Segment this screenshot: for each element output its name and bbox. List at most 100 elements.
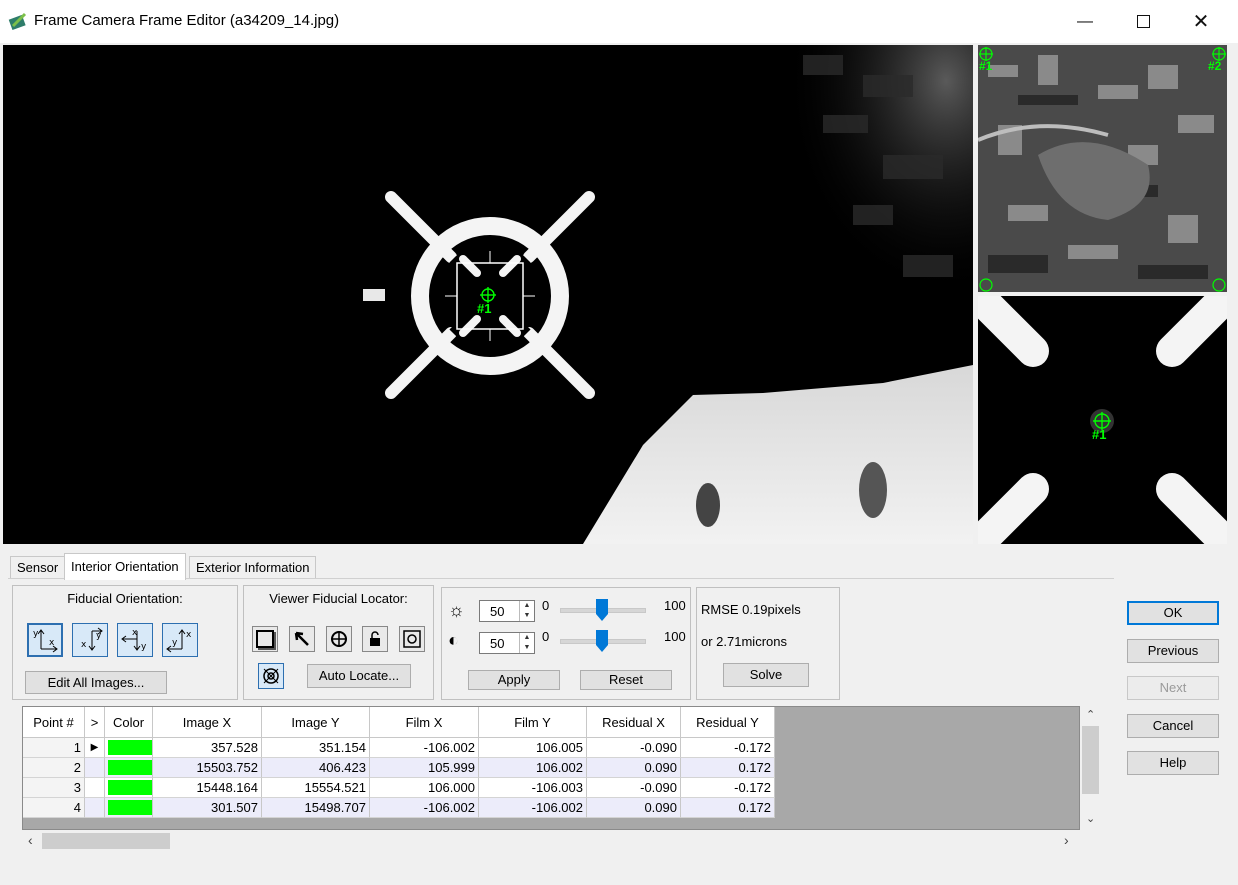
lock-button[interactable]: [362, 626, 388, 652]
cell-col-film-x[interactable]: 106.000: [370, 778, 479, 798]
contrast-slider-thumb[interactable]: [596, 630, 608, 652]
contrast-spinner[interactable]: 50 ▲ ▼: [479, 632, 535, 654]
cell-col-image-y[interactable]: 406.423: [262, 758, 370, 778]
table-horizontal-scrollbar[interactable]: ‹ ›: [22, 830, 1080, 852]
header-col-residual-x[interactable]: Residual X: [587, 707, 681, 738]
vertical-scroll-thumb[interactable]: [1082, 726, 1099, 794]
table-vertical-scrollbar[interactable]: ⌃ ⌄: [1080, 706, 1102, 830]
cell-col-color[interactable]: [105, 738, 153, 758]
orientation-4-button[interactable]: xy: [162, 623, 198, 657]
brightness-min: 0: [542, 598, 550, 613]
cell-col-point[interactable]: 4: [23, 798, 85, 818]
cell-col-indicator[interactable]: [85, 778, 105, 798]
header-col-indicator[interactable]: >: [85, 707, 105, 738]
apply-button[interactable]: Apply: [468, 670, 560, 690]
refresh-viewer-button[interactable]: [399, 626, 425, 652]
cell-col-point[interactable]: 3: [23, 778, 85, 798]
window-title: Frame Camera Frame Editor (a34209_14.jpg…: [34, 12, 340, 29]
cell-col-film-x[interactable]: 105.999: [370, 758, 479, 778]
color-swatch[interactable]: [108, 780, 152, 795]
cell-col-film-x[interactable]: -106.002: [370, 798, 479, 818]
cell-col-color[interactable]: [105, 798, 153, 818]
table-row[interactable]: 4 301.507 15498.707 -106.002 -106.002 0.090 0.…: [23, 798, 775, 818]
table-row[interactable]: 1 ▶ 357.528 351.154 -106.002 106.005 -0.090 -0.…: [23, 738, 775, 758]
cell-col-indicator[interactable]: ▶: [85, 738, 105, 758]
reset-button[interactable]: Reset: [580, 670, 672, 690]
zoom-viewer[interactable]: #1: [978, 296, 1227, 544]
ok-button[interactable]: OK: [1127, 601, 1219, 625]
cell-col-residual-x[interactable]: 0.090: [587, 798, 681, 818]
horizontal-scroll-thumb[interactable]: [42, 833, 170, 849]
auto-locate-toggle[interactable]: [258, 663, 284, 689]
next-button[interactable]: Next: [1127, 676, 1219, 700]
previous-button[interactable]: Previous: [1127, 639, 1219, 663]
tab-interior-orientation[interactable]: Interior Orientation: [64, 553, 186, 580]
cell-col-residual-y[interactable]: -0.172: [681, 738, 775, 758]
contrast-spin-arrows[interactable]: ▲ ▼: [519, 633, 534, 653]
cell-col-indicator[interactable]: [85, 798, 105, 818]
cell-col-image-x[interactable]: 15448.164: [153, 778, 262, 798]
solve-button[interactable]: Solve: [723, 663, 809, 687]
cell-col-indicator[interactable]: [85, 758, 105, 778]
cell-col-image-x[interactable]: 15503.752: [153, 758, 262, 778]
help-button[interactable]: Help: [1127, 751, 1219, 775]
close-button[interactable]: ✕: [1172, 0, 1230, 43]
cell-col-film-x[interactable]: -106.002: [370, 738, 479, 758]
cancel-button[interactable]: Cancel: [1127, 714, 1219, 738]
header-col-image-x[interactable]: Image X: [153, 707, 262, 738]
brightness-slider-thumb[interactable]: [596, 599, 608, 621]
cell-col-residual-y[interactable]: 0.172: [681, 798, 775, 818]
color-swatch[interactable]: [108, 800, 152, 815]
header-col-point[interactable]: Point #: [23, 707, 85, 738]
view-frame-button[interactable]: [252, 626, 278, 652]
table-row[interactable]: 3 15448.164 15554.521 106.000 -106.003 -0.090…: [23, 778, 775, 798]
header-col-color[interactable]: Color: [105, 707, 153, 738]
place-point-button[interactable]: [326, 626, 352, 652]
cell-col-point[interactable]: 1: [23, 738, 85, 758]
header-col-image-y[interactable]: Image Y: [262, 707, 370, 738]
cell-col-image-y[interactable]: 15498.707: [262, 798, 370, 818]
orientation-2-button[interactable]: xy: [72, 623, 108, 657]
orientation-1-button[interactable]: yx: [27, 623, 63, 657]
minimize-button[interactable]: —: [1056, 0, 1114, 43]
scroll-down-icon[interactable]: ⌄: [1086, 812, 1095, 825]
cell-col-residual-x[interactable]: -0.090: [587, 778, 681, 798]
header-col-film-x[interactable]: Film X: [370, 707, 479, 738]
cell-col-color[interactable]: [105, 778, 153, 798]
svg-text:x: x: [49, 638, 55, 648]
scroll-left-icon[interactable]: ‹: [28, 832, 33, 848]
cell-col-image-y[interactable]: 351.154: [262, 738, 370, 758]
main-image-viewer[interactable]: #1: [3, 45, 973, 544]
brightness-spin-arrows[interactable]: ▲ ▼: [519, 601, 534, 621]
edit-all-images-button[interactable]: Edit All Images...: [25, 671, 167, 694]
cell-col-residual-x[interactable]: 0.090: [587, 758, 681, 778]
header-col-residual-y[interactable]: Residual Y: [681, 707, 775, 738]
cell-col-image-x[interactable]: 301.507: [153, 798, 262, 818]
cell-col-point[interactable]: 2: [23, 758, 85, 778]
cell-col-image-x[interactable]: 357.528: [153, 738, 262, 758]
cell-col-film-y[interactable]: 106.002: [479, 758, 587, 778]
header-col-film-y[interactable]: Film Y: [479, 707, 587, 738]
tab-exterior-information[interactable]: Exterior Information: [189, 556, 317, 579]
select-button[interactable]: [289, 626, 315, 652]
cell-col-film-y[interactable]: -106.003: [479, 778, 587, 798]
cell-col-residual-y[interactable]: 0.172: [681, 758, 775, 778]
color-swatch[interactable]: [108, 760, 152, 775]
cell-col-color[interactable]: [105, 758, 153, 778]
table-row[interactable]: 2 15503.752 406.423 105.999 106.002 0.090 0.17…: [23, 758, 775, 778]
cell-col-film-y[interactable]: -106.002: [479, 798, 587, 818]
orientation-3-button[interactable]: xy: [117, 623, 153, 657]
tab-sensor[interactable]: Sensor: [10, 556, 66, 579]
cell-col-residual-x[interactable]: -0.090: [587, 738, 681, 758]
cell-col-image-y[interactable]: 15554.521: [262, 778, 370, 798]
maximize-button[interactable]: [1114, 0, 1172, 43]
cell-col-film-y[interactable]: 106.005: [479, 738, 587, 758]
main-marker-label: #1: [477, 301, 492, 316]
overview-viewer[interactable]: #1 #2: [978, 45, 1227, 292]
cell-col-residual-y[interactable]: -0.172: [681, 778, 775, 798]
brightness-spinner[interactable]: 50 ▲ ▼: [479, 600, 535, 622]
auto-locate-button[interactable]: Auto Locate...: [307, 664, 411, 688]
scroll-up-icon[interactable]: ⌃: [1086, 708, 1095, 721]
scroll-right-icon[interactable]: ›: [1064, 832, 1069, 848]
color-swatch[interactable]: [108, 740, 152, 755]
